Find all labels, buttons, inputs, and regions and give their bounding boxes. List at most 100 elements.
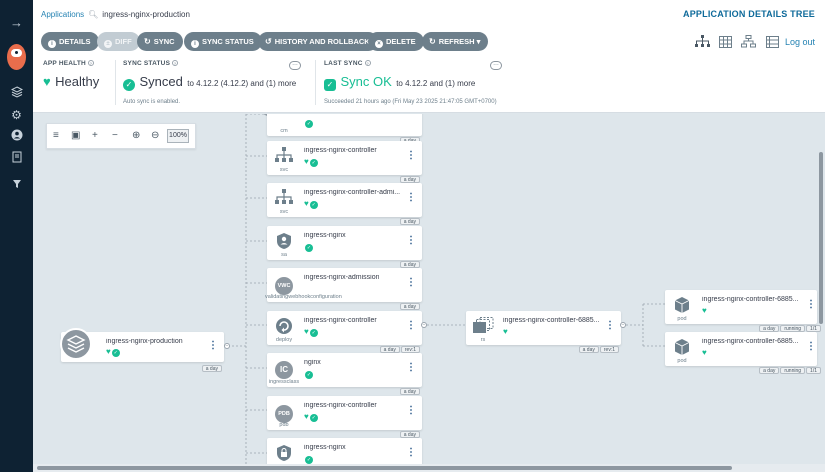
resource-status: ♥ [702,306,707,315]
align-left-icon[interactable]: ≡ [53,129,59,143]
heart-icon: ♥ [304,157,309,166]
resource-node-svc[interactable]: svc ingress-nginx-controller-admi... ♥ ✓ … [267,183,422,225]
details-label: DETAILS [59,37,91,46]
resource-menu-button[interactable]: ⋮ [406,406,416,416]
help-icon[interactable]: ? [172,60,179,66]
help-icon[interactable]: ? [87,60,94,66]
network-view-icon[interactable] [741,35,756,53]
collapse-toggle[interactable]: − [620,322,626,328]
auto-sync-note: Auto sync is enabled. [123,99,181,105]
delete-button[interactable]: × DELETE [368,32,424,51]
service-icon [275,147,293,165]
resource-node-vwc[interactable]: VWC validatingwebhookconfiguration ingre… [265,268,422,310]
sync-label: SYNC [153,37,175,46]
list-view-icon[interactable] [766,35,779,53]
age-tag: a day [399,431,420,438]
resource-name: ingress-nginx-controller-6885... [702,296,799,303]
resource-node-pod[interactable]: pod ingress-nginx-controller-6885... ♥ ⋮… [665,332,821,374]
resource-menu-button[interactable]: ⋮ [406,193,416,203]
ingressclass-icon-text: IC [275,361,293,379]
resource-status: ✓ [304,454,313,464]
state-tag: running [780,367,806,374]
age-tag: a day [399,261,420,268]
age-tag: a day [759,367,780,374]
diff-label: DIFF [115,37,132,46]
details-button[interactable]: i DETAILS [41,32,99,51]
revision-tag: rev:1 [400,346,420,353]
resource-menu-button[interactable]: ⋮ [406,278,416,288]
app-node-menu-button[interactable]: ⋮ [208,341,218,351]
resource-node-rs[interactable]: rs ingress-nginx-controller-6885... ♥ ⋮ … [466,311,621,353]
settings-icon[interactable]: ⚙ [0,108,33,122]
filter-icon[interactable] [0,178,33,192]
collapse-toggle[interactable]: − [421,322,427,328]
resource-menu-button[interactable]: ⋮ [806,300,816,310]
collapse-arrow-icon[interactable]: → [0,16,33,30]
check-circle-icon: ✓ [111,349,120,357]
age-tag: a day [578,346,599,353]
app-node-status: ♥ ✓ [106,347,120,357]
sync-status-more-button[interactable]: … [289,61,301,70]
resource-node-sa[interactable]: sa ingress-nginx ✓ ⋮ a day [267,226,422,268]
resource-kind: pod [677,316,687,322]
heart-icon: ♥ [503,327,508,336]
heart-icon: ♥ [304,199,309,208]
zoom-out-icon[interactable]: − [112,129,118,143]
resource-status: ✓ [304,369,313,379]
breadcrumb-current: ingress-nginx-production [102,10,190,19]
resource-menu-button[interactable]: ⋮ [406,236,416,246]
diff-button[interactable]: ± DIFF [97,32,140,51]
resource-node-deploy[interactable]: deploy ingress-nginx-controller ♥ ✓ ⋮ a d… [267,311,422,353]
resource-node-pod[interactable]: pod ingress-nginx-controller-6885... ♥ ⋮… [665,290,821,332]
docs-icon[interactable] [0,151,33,166]
collapse-toggle[interactable]: − [224,343,230,349]
lock-icon [275,444,293,462]
delete-label: DELETE [386,37,416,46]
resource-menu-button[interactable]: ⋮ [806,342,816,352]
user-icon[interactable] [0,129,33,144]
resource-node-pdb[interactable]: PDB pdb ingress-nginx-controller ♥ ✓ ⋮ a … [267,396,422,438]
zoom-in-icon[interactable]: + [92,129,98,143]
pods-view-icon[interactable] [719,35,732,53]
resource-tree-canvas[interactable]: ≡ ▣ + − ⊕ ⊖ 100% ingress-nginx-productio… [33,114,825,472]
resource-menu-button[interactable]: ⋮ [406,448,416,458]
resource-node-svc[interactable]: svc ingress-nginx-controller ♥ ✓ ⋮ a day [267,141,422,183]
resource-name: ingress-nginx-controller [304,317,377,324]
sync-status-value: Synced [139,74,183,89]
vertical-scrollbar[interactable] [817,114,825,464]
help-icon[interactable]: ? [364,60,371,66]
resource-node-ingressclass[interactable]: IC ingressclass nginx ✓ ⋮ a day [267,353,422,395]
fit-screen-icon[interactable]: ▣ [71,129,80,143]
resource-kind: cm [280,128,288,134]
sync-button[interactable]: ↻ SYNC [137,32,183,51]
resource-menu-button[interactable]: ⋮ [406,363,416,373]
app-node[interactable]: ingress-nginx-production ♥ ✓ ⋮ a day [60,328,224,372]
vertical-scroll-thumb[interactable] [819,152,823,324]
sync-status-button[interactable]: i SYNC STATUS [184,32,262,51]
logout-link[interactable]: Log out [785,37,815,47]
refresh-label: REFRESH [438,37,475,46]
app-health-value-row: ♥ Healthy [43,73,99,91]
app-stack-icon [60,328,92,360]
age-tag: a day [759,325,780,332]
breadcrumb-applications-link[interactable]: Applications [41,10,84,19]
horizontal-scrollbar[interactable] [33,464,825,472]
check-circle-icon: ✓ [309,201,318,209]
tree-view-icon[interactable] [695,35,710,53]
resource-menu-button[interactable]: ⋮ [406,321,416,331]
horizontal-scroll-thumb[interactable] [37,466,732,470]
check-circle-icon: ✓ [309,329,318,337]
zoom-in-magnifier-icon[interactable]: ⊕ [132,129,140,143]
applications-icon[interactable] [0,86,33,101]
resource-kind: validatingwebhookconfiguration [265,294,342,300]
resource-kind: svc [279,209,289,215]
history-button[interactable]: ↺ HISTORY AND ROLLBACK [258,32,378,51]
zoom-out-magnifier-icon[interactable]: ⊖ [151,129,159,143]
zoom-level[interactable]: 100% [167,129,189,143]
resource-menu-button[interactable]: ⋮ [605,321,615,331]
refresh-button[interactable]: ↻ REFRESH ▾ [422,32,489,51]
last-sync-more-button[interactable]: … [490,61,502,70]
resource-node-cm[interactable]: cm ✓ ⋮ a day [267,114,422,144]
resource-menu-button[interactable]: ⋮ [406,151,416,161]
argo-logo[interactable] [7,44,26,70]
